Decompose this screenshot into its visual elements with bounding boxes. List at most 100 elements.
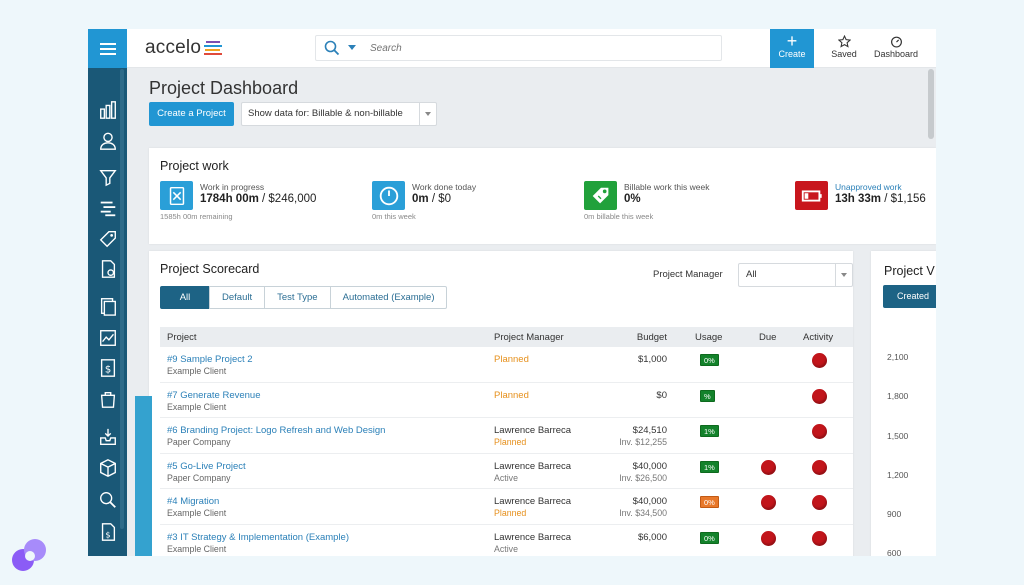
tab-default[interactable]: Default [209,286,266,309]
table-row[interactable]: #3 IT Strategy & Implementation (Example… [160,525,853,556]
metric-label[interactable]: Unapproved work [835,182,902,192]
saved-label: Saved [831,49,857,59]
project-name-link[interactable]: #3 IT Strategy & Implementation (Example… [167,532,349,543]
sidebar-item-user[interactable] [97,130,118,151]
hamburger-icon [99,42,116,55]
project-status: Planned [494,437,527,448]
sidebar-item-expenses[interactable]: $ [97,357,118,378]
star-icon [837,34,851,48]
sidebar-item-tickets[interactable] [97,258,118,279]
search-icon[interactable] [324,40,340,56]
metric-value: 0% [624,193,641,205]
products-icon [99,458,116,477]
column-header-activity[interactable]: Activity [803,332,833,343]
due-alert-icon[interactable] [761,530,776,546]
page-scrollbar[interactable] [928,69,934,139]
search-input[interactable] [370,40,710,57]
budget-value: $0 [656,389,667,401]
usage-badge: 0% [700,531,719,544]
budget-value: $40,000 [632,496,667,508]
table-row[interactable]: #7 Generate Revenue Example Client Planned… [160,383,853,419]
due-alert-icon[interactable] [761,459,776,475]
metric-value-rest: / $0 [428,193,452,205]
metric-tile [584,181,617,210]
project-name-link[interactable]: #6 Branding Project: Logo Refresh and We… [167,425,385,436]
metric-label: Work done today [412,182,477,192]
search-bar[interactable] [315,35,722,61]
column-header-budget[interactable]: Budget [637,332,667,343]
sidebar-item-invoices[interactable] [97,327,118,348]
client-name: Example Client [167,366,227,376]
create-project-button[interactable]: Create a Project [149,102,234,126]
project-name-link[interactable]: #5 Go-Live Project [167,461,246,472]
metric-tile [372,181,405,210]
sidebar-item-contracts[interactable] [97,295,118,316]
column-header-project-manager[interactable]: Project Manager [494,332,564,343]
timesheet-icon [169,186,184,205]
activity-alert-icon[interactable] [812,459,827,475]
project-status: Planned [494,508,527,519]
dashboard-button[interactable]: Dashboard [869,33,923,59]
create-button[interactable]: + Create [770,29,814,68]
sidebar-item-filter[interactable] [97,166,118,187]
table-row[interactable]: #5 Go-Live Project Paper Company Lawrence … [160,454,853,490]
column-header-usage[interactable]: Usage [695,332,722,343]
sidebar-item-reports[interactable] [97,99,118,120]
budget-value: $24,510 [632,425,667,437]
sidebar-item-search-activity[interactable] [97,489,118,510]
project-name-link[interactable]: #9 Sample Project 2 [167,354,253,365]
sidebar-item-inbox[interactable] [97,426,118,447]
metric-value-rest: / $1,156 [881,193,926,205]
sidebar-item-projects[interactable] [97,197,118,218]
accelo-logo[interactable]: accelo [145,37,223,59]
create-label: Create [778,49,806,59]
budget-value: $1,000 [637,354,667,365]
tab-all[interactable]: All [160,286,210,309]
sidebar-item-sales-tag[interactable] [97,228,118,249]
sidebar-item-products[interactable] [97,457,118,478]
metric-tile [160,181,193,210]
activity-alert-icon[interactable] [812,353,827,368]
column-header-project[interactable]: Project [167,332,197,343]
project-manager-select[interactable]: All [738,263,853,287]
price-tag-icon [592,187,608,203]
saved-button[interactable]: Saved [830,33,858,59]
tab-test-type[interactable]: Test Type [264,286,331,309]
activity-alert-icon[interactable] [812,530,827,546]
metric-value-main: 13h 33m [835,193,882,205]
svg-text:$: $ [104,364,110,375]
metric-value: 1784h 00m / $246,000 [200,193,316,205]
invoiced-value: Inv. $26,500 [619,472,667,483]
table-row[interactable]: #6 Branding Project: Logo Refresh and We… [160,418,853,454]
svg-text:$: $ [105,529,110,539]
search-scope-dropdown-icon[interactable] [348,45,356,50]
reports-icon [99,100,116,119]
y-axis-tick-label: 1,800 [887,391,909,401]
budget-value: $6,000 [637,531,667,543]
project-name-link[interactable]: #7 Generate Revenue [167,390,260,401]
clock-icon [379,186,398,205]
speedometer-icon [890,36,902,48]
table-row[interactable]: #4 Migration Example Client Lawrence Barre… [160,489,853,525]
activity-alert-icon[interactable] [812,388,827,404]
activity-alert-icon[interactable] [812,424,827,440]
search-activity-icon [99,491,116,508]
column-header-due[interactable]: Due [759,332,776,343]
sidebar-item-purchases[interactable] [97,388,118,409]
due-alert-icon[interactable] [761,495,776,511]
metric-label: Work in progress [200,182,265,192]
metric-value: 0m / $0 [412,193,451,205]
table-row[interactable]: #9 Sample Project 2 Example Client Planned… [160,347,853,383]
show-data-select[interactable]: Show data for: Billable & non-billable [241,102,437,126]
activity-alert-icon[interactable] [812,495,827,511]
y-axis-tick-label: 900 [887,509,902,519]
usage-badge: 1% [700,460,719,473]
hamburger-menu-button[interactable] [88,29,127,68]
velocity-created-button[interactable]: Created [883,285,936,308]
project-name-link[interactable]: #4 Migration [167,496,219,507]
sidebar-icon-list: $ $ [88,68,127,556]
tab-automated-example[interactable]: Automated (Example) [329,286,448,309]
sidebar-item-documents[interactable]: $ [97,521,118,542]
project-status: Planned [494,354,529,365]
project-work-title: Project work [160,159,229,173]
